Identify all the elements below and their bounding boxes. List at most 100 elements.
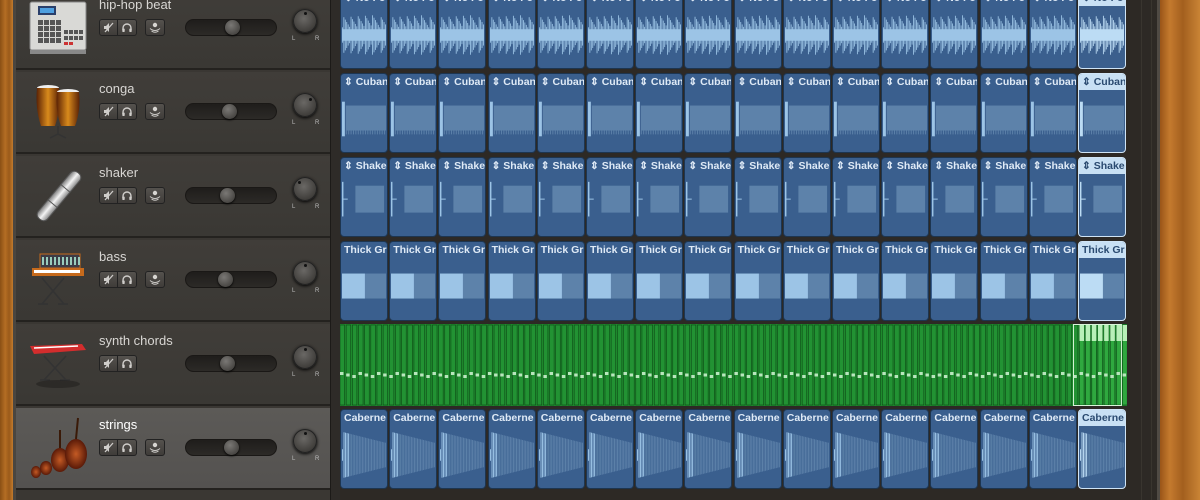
audio-region[interactable]: Thick Gr: [881, 241, 930, 321]
audio-region[interactable]: ⇕ Cuban: [586, 73, 634, 153]
volume-slider[interactable]: [185, 271, 277, 288]
audio-region[interactable]: Thick Gr: [340, 241, 388, 321]
mute-button[interactable]: [99, 355, 118, 372]
audio-region[interactable]: Thick Gr: [979, 241, 1028, 321]
audio-region[interactable]: ⇕ Cuban: [635, 73, 684, 153]
audio-region[interactable]: Caberne: [586, 409, 634, 489]
audio-region[interactable]: ⇕ Cuban: [438, 73, 487, 153]
volume-slider[interactable]: [185, 439, 277, 456]
volume-slider-thumb[interactable]: [219, 188, 235, 203]
audio-region[interactable]: ⇕ Cuban: [684, 73, 733, 153]
audio-region[interactable]: Thick Gr: [389, 241, 438, 321]
audio-region[interactable]: ⇕ Cuban: [536, 73, 585, 153]
solo-button[interactable]: [118, 187, 137, 204]
audio-region[interactable]: ⇕ Cuban: [1078, 73, 1126, 153]
solo-button[interactable]: [118, 355, 137, 372]
solo-button[interactable]: [118, 19, 137, 36]
volume-slider-thumb[interactable]: [223, 440, 239, 455]
audio-region[interactable]: ⇕ Shaker: [782, 157, 831, 237]
midi-region[interactable]: [339, 324, 1128, 406]
audio-region[interactable]: ⇕ Shaker: [586, 157, 634, 237]
record-enable-button[interactable]: [145, 19, 165, 36]
volume-slider-thumb[interactable]: [225, 20, 240, 35]
audio-region[interactable]: Caberne: [1028, 409, 1077, 489]
audio-region[interactable]: ⇕ Cuban: [733, 73, 782, 153]
audio-region[interactable]: ⇕ Cuban: [1028, 73, 1077, 153]
audio-region[interactable]: ⇕ No Fo: [733, 0, 782, 69]
audio-region[interactable]: Thick Gr: [782, 241, 831, 321]
record-enable-button[interactable]: [145, 271, 165, 288]
track-header-hip-hop-beat[interactable]: hip-hop beat L R: [16, 0, 330, 70]
volume-slider[interactable]: [185, 355, 277, 372]
audio-region[interactable]: ⇕ Cuban: [881, 73, 930, 153]
volume-slider[interactable]: [185, 19, 277, 36]
audio-region[interactable]: Caberne: [733, 409, 782, 489]
audio-region[interactable]: ⇕ Cuban: [979, 73, 1028, 153]
audio-region[interactable]: Caberne: [979, 409, 1028, 489]
audio-region[interactable]: ⇕ Shaker: [487, 157, 536, 237]
audio-region[interactable]: Thick Gr: [1078, 241, 1126, 321]
audio-region[interactable]: Caberne: [438, 409, 487, 489]
mute-button[interactable]: [99, 271, 118, 288]
audio-region[interactable]: Caberne: [881, 409, 930, 489]
volume-slider-thumb[interactable]: [217, 272, 233, 287]
pan-knob[interactable]: [293, 261, 317, 285]
record-enable-button[interactable]: [145, 103, 165, 120]
audio-region[interactable]: Thick Gr: [1028, 241, 1077, 321]
audio-region[interactable]: ⇕ No Fo: [389, 0, 438, 69]
audio-region[interactable]: Thick Gr: [586, 241, 634, 321]
audio-region[interactable]: ⇕ No Fo: [340, 0, 388, 69]
mute-button[interactable]: [99, 439, 118, 456]
audio-region[interactable]: Caberne: [389, 409, 438, 489]
audio-region[interactable]: ⇕ No Fo: [1078, 0, 1126, 69]
audio-region[interactable]: ⇕ No Fo: [979, 0, 1028, 69]
audio-region[interactable]: Thick Gr: [832, 241, 880, 321]
audio-region[interactable]: Thick Gr: [438, 241, 487, 321]
audio-region[interactable]: Caberne: [782, 409, 831, 489]
track-header-conga[interactable]: conga L R: [16, 72, 330, 154]
audio-region[interactable]: ⇕ Cuban: [832, 73, 880, 153]
audio-region[interactable]: Caberne: [684, 409, 733, 489]
audio-region[interactable]: ⇕ Shaker: [389, 157, 438, 237]
audio-region[interactable]: ⇕ No Fo: [684, 0, 733, 69]
pan-knob[interactable]: [293, 177, 317, 201]
track-header-shaker[interactable]: shaker L R: [16, 156, 330, 238]
audio-region[interactable]: Caberne: [635, 409, 684, 489]
track-header-bass[interactable]: bass L R: [16, 240, 330, 322]
track-header-synth-chords[interactable]: synth chords L R: [16, 324, 330, 406]
solo-button[interactable]: [118, 103, 137, 120]
audio-region[interactable]: ⇕ No Fo: [536, 0, 585, 69]
audio-region[interactable]: Caberne: [1078, 409, 1126, 489]
volume-slider-thumb[interactable]: [219, 356, 235, 371]
audio-region[interactable]: Thick Gr: [487, 241, 536, 321]
track-header-strings[interactable]: strings L R: [16, 408, 330, 490]
audio-region[interactable]: ⇕ Shaker: [979, 157, 1028, 237]
audio-region[interactable]: ⇕ Shaker: [1078, 157, 1126, 237]
audio-region[interactable]: ⇕ No Fo: [782, 0, 831, 69]
mute-button[interactable]: [99, 19, 118, 36]
audio-region[interactable]: Caberne: [930, 409, 979, 489]
audio-region[interactable]: ⇕ Shaker: [1028, 157, 1077, 237]
record-enable-button[interactable]: [145, 439, 165, 456]
audio-region[interactable]: Thick Gr: [733, 241, 782, 321]
audio-region[interactable]: Caberne: [536, 409, 585, 489]
audio-region[interactable]: Caberne: [487, 409, 536, 489]
audio-region[interactable]: ⇕ Shaker: [340, 157, 388, 237]
pan-knob[interactable]: [293, 9, 317, 33]
audio-region[interactable]: Thick Gr: [536, 241, 585, 321]
pan-knob[interactable]: [293, 93, 317, 117]
audio-region[interactable]: ⇕ Shaker: [930, 157, 979, 237]
audio-region[interactable]: ⇕ No Fo: [438, 0, 487, 69]
solo-button[interactable]: [118, 439, 137, 456]
audio-region[interactable]: ⇕ No Fo: [635, 0, 684, 69]
audio-region[interactable]: ⇕ No Fo: [1028, 0, 1077, 69]
record-enable-button[interactable]: [145, 187, 165, 204]
mute-button[interactable]: [99, 187, 118, 204]
audio-region[interactable]: ⇕ No Fo: [586, 0, 634, 69]
audio-region[interactable]: ⇕ Shaker: [881, 157, 930, 237]
audio-region[interactable]: Thick Gr: [635, 241, 684, 321]
volume-slider-thumb[interactable]: [222, 104, 237, 119]
audio-region[interactable]: ⇕ Shaker: [733, 157, 782, 237]
audio-region[interactable]: ⇕ No Fo: [832, 0, 880, 69]
mute-button[interactable]: [99, 103, 118, 120]
